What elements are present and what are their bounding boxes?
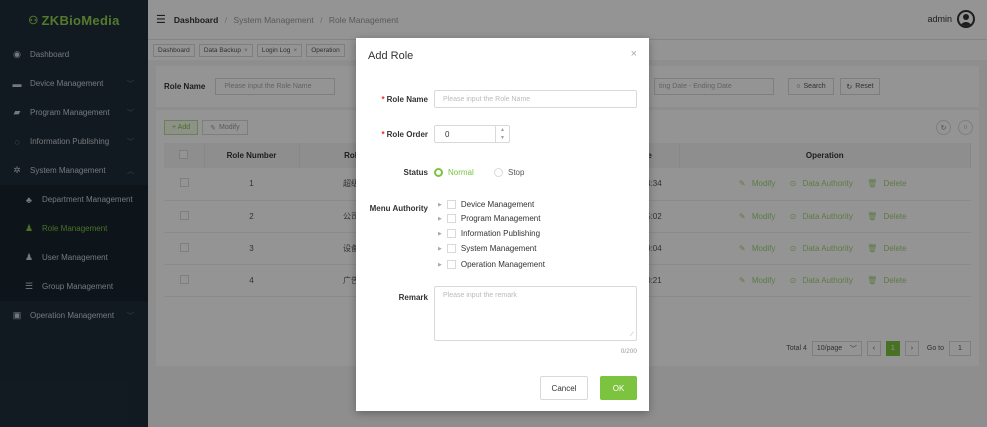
role-order-stepper[interactable]: 0 ▲ ▼ (434, 125, 510, 143)
role-name-label: * Role Name (381, 95, 428, 104)
role-order-label: * Role Order (381, 130, 428, 139)
ok-button[interactable]: OK (600, 376, 637, 400)
caret-right-icon[interactable]: ▶ (438, 231, 442, 237)
status-label: Status (403, 168, 428, 177)
dialog-title: Add Role (368, 50, 414, 62)
remark-char-counter: 0/200 (620, 348, 637, 355)
chevron-up-icon[interactable]: ▲ (500, 126, 505, 134)
tree-checkbox[interactable] (446, 260, 456, 269)
role-name-input[interactable]: Please input the Role Name (434, 90, 637, 108)
add-role-dialog: Add Role × * Role Name Please input the R… (356, 38, 649, 411)
status-normal-radio[interactable]: Normal (434, 168, 474, 177)
status-stop-radio[interactable]: Stop (494, 168, 524, 177)
caret-right-icon[interactable]: ▶ (438, 202, 442, 208)
caret-right-icon[interactable]: ▶ (438, 216, 442, 222)
tree-item-information-publishing[interactable]: ▶ Information Publishing (438, 229, 540, 238)
resize-handle-icon[interactable]: ⟋ (630, 332, 634, 339)
tree-item-program-management[interactable]: ▶ Program Management (438, 214, 540, 223)
tree-item-system-management[interactable]: ▶ System Management (438, 244, 536, 253)
tree-checkbox[interactable] (446, 244, 456, 253)
tree-checkbox[interactable] (446, 229, 456, 238)
caret-right-icon[interactable]: ▶ (438, 246, 442, 252)
tree-checkbox[interactable] (446, 214, 456, 223)
close-icon[interactable]: × (631, 48, 637, 60)
menu-authority-label: Menu Authority (369, 204, 428, 213)
remark-textarea[interactable]: Please input the remark ⟋ (434, 286, 637, 341)
remark-label: Remark (398, 293, 428, 302)
tree-item-operation-management[interactable]: ▶ Operation Management (438, 260, 545, 269)
caret-right-icon[interactable]: ▶ (438, 262, 442, 268)
tree-checkbox[interactable] (446, 200, 456, 209)
chevron-down-icon[interactable]: ▼ (500, 134, 505, 142)
tree-item-device-management[interactable]: ▶ Device Management (438, 200, 534, 209)
cancel-button[interactable]: Cancel (540, 376, 588, 400)
